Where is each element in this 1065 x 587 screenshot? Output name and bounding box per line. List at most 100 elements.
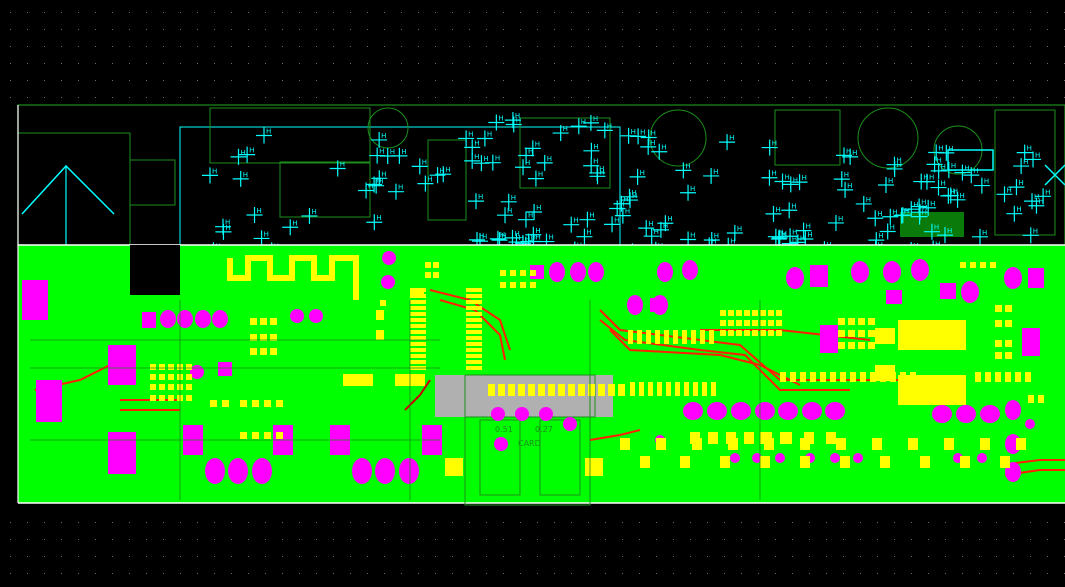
grid-dot <box>537 80 538 81</box>
grid-dot <box>435 556 436 557</box>
grid-dot <box>554 46 555 47</box>
pad <box>639 382 644 396</box>
grid-dot <box>78 539 79 540</box>
grid-dot <box>248 12 249 13</box>
pad <box>848 330 855 337</box>
pad <box>520 270 526 276</box>
pad <box>518 384 525 396</box>
grid-dot <box>486 97 487 98</box>
grid-dot <box>316 97 317 98</box>
ratsnest-label: H <box>866 196 871 204</box>
grid-dot <box>214 12 215 13</box>
dim-left-text: 0.51 <box>495 425 513 434</box>
pad <box>836 438 846 450</box>
grid-dot <box>129 80 130 81</box>
pad <box>810 372 816 382</box>
pad <box>352 458 372 484</box>
pad <box>980 262 986 268</box>
grid-dot <box>537 97 538 98</box>
footprint-outline <box>129 159 176 206</box>
pad <box>466 342 482 346</box>
pad <box>1038 395 1044 403</box>
pad <box>995 320 1002 327</box>
ratsnest-label: H <box>292 219 297 227</box>
pad <box>620 438 630 450</box>
grid-dot <box>979 46 980 47</box>
pad <box>830 372 836 382</box>
footprint-outline <box>427 139 467 221</box>
grid-dot <box>588 556 589 557</box>
grid-dot <box>588 29 589 30</box>
ratsnest-label: H <box>737 225 742 233</box>
grid-dot <box>469 522 470 523</box>
grid-dot <box>724 80 725 81</box>
grid-dot <box>911 80 912 81</box>
grid-dot <box>367 46 368 47</box>
grid-dot <box>282 539 283 540</box>
pad <box>960 456 970 468</box>
grid-dot <box>622 97 623 98</box>
ratsnest-label: H <box>948 145 953 153</box>
ratsnest-label: H <box>888 177 893 185</box>
pad <box>720 330 726 336</box>
grid-dot <box>860 63 861 64</box>
ratsnest-label: H <box>243 171 248 179</box>
ratsnest-label: H <box>593 115 598 123</box>
grid-dot <box>27 63 28 64</box>
grid-dot <box>282 63 283 64</box>
grid-dot <box>537 63 538 64</box>
grid-dot <box>758 29 759 30</box>
grid-dot <box>265 522 266 523</box>
grid-dot <box>622 80 623 81</box>
grid-dot <box>724 573 725 574</box>
grid-dot <box>605 80 606 81</box>
pad <box>588 262 604 282</box>
grid-dot <box>282 573 283 574</box>
pcb-canvas[interactable]: HHHHHHHHHHHHHHHHHHHHHHHHHHHHHHHHHHHHHHHH… <box>0 0 1065 587</box>
grid-dot <box>401 80 402 81</box>
pad <box>466 348 482 352</box>
grid-dot <box>163 46 164 47</box>
grid-dot <box>962 539 963 540</box>
pad <box>858 318 865 325</box>
grid-dot <box>673 97 674 98</box>
grid-dot <box>554 80 555 81</box>
grid-dot <box>877 556 878 557</box>
pad <box>159 384 165 390</box>
grid-dot <box>656 556 657 557</box>
grid-dot <box>265 573 266 574</box>
pad <box>640 456 650 468</box>
grid-dot <box>656 522 657 523</box>
grid-dot <box>809 63 810 64</box>
grid-dot <box>231 80 232 81</box>
grid-dot <box>350 556 351 557</box>
grid-dot <box>61 97 62 98</box>
pcb-layout-view[interactable]: HHHHHHHHHHHHHHHHHHHHHHHHHHHHHHHHHHHHHHHH… <box>0 0 1065 587</box>
grid-dot <box>129 556 130 557</box>
grid-dot <box>1047 46 1048 47</box>
grid-dot <box>588 539 589 540</box>
grid-dot <box>231 46 232 47</box>
grid-dot <box>197 12 198 13</box>
grid-dot <box>741 46 742 47</box>
grid-dot <box>554 539 555 540</box>
grid-dot <box>333 556 334 557</box>
pad <box>558 384 565 396</box>
pad <box>691 330 696 344</box>
pad <box>1005 400 1021 420</box>
grid-dot <box>554 97 555 98</box>
grid-dot <box>1047 556 1048 557</box>
pad <box>848 342 855 349</box>
pad <box>1015 372 1021 382</box>
grid-dot <box>928 97 929 98</box>
grid-dot <box>707 29 708 30</box>
ratsnest-label: H <box>1018 179 1023 187</box>
pad <box>168 395 174 401</box>
ratsnest-label: H <box>934 224 939 232</box>
grid-dot <box>707 12 708 13</box>
grid-dot <box>248 46 249 47</box>
pad <box>186 395 192 401</box>
grid-dot <box>418 556 419 557</box>
ratsnest-label: H <box>257 207 262 215</box>
ratsnest-label: H <box>982 229 987 237</box>
